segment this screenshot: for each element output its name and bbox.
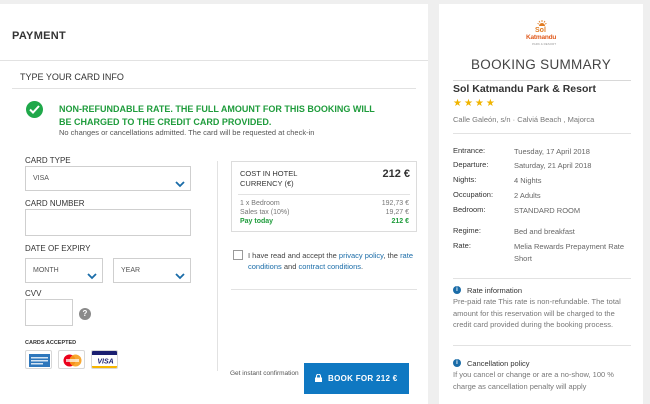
hotel-name: Sol Katmandu Park & Resort [453,83,596,95]
cards-accepted-label: CARDS ACCEPTED [25,340,77,346]
chevron-down-icon [175,175,185,193]
detail-value: 4 Nights [514,176,542,185]
divider [453,133,631,134]
terms-prefix: I have read and accept the [248,251,339,260]
cost-row-amount: 19,27 € [385,209,409,216]
expiry-year-select[interactable]: YEAR [113,258,191,283]
chevron-down-icon [87,267,97,285]
non-refundable-notice: NON-REFUNDABLE RATE. THE FULL AMOUNT FOR… [59,104,375,127]
detail-key: Departure: [453,160,489,169]
rate-information-section: i Rate information Pre-paid rate This ra… [453,286,633,336]
divider [217,161,218,371]
instant-confirmation-label: Get instant confirmation [230,370,299,377]
divider [231,289,417,290]
cost-total: 212 € [382,168,410,180]
svg-text:VISA: VISA [97,359,113,366]
detail-value: Tuesday, 17 April 2018 [514,147,590,156]
terms-checkbox[interactable] [233,250,243,260]
detail-key: Bedroom: [453,205,486,214]
check-circle-icon [26,101,43,118]
rate-info-body: Pre-paid rate This rate is non-refundabl… [453,297,621,329]
detail-key: Rate: [453,241,471,250]
summary-title: BOOKING SUMMARY [470,57,612,72]
cost-summary-box: COST IN HOTEL CURRENCY (€) 212 € 1 x Bed… [231,161,417,232]
payment-panel: PAYMENT TYPE YOUR CARD INFO NON-REFUNDAB… [0,4,428,404]
divider [453,278,631,279]
detail-value: 2 Adults [514,191,541,200]
info-icon: i [453,286,461,294]
terms-comma: , the [383,251,401,260]
cost-row-label: Pay today [240,218,274,225]
logo-text: PARK & RESORT [532,42,557,46]
card-type-value: VISA [33,175,49,182]
card-type-label: CARD TYPE [25,156,71,165]
detail-value: Saturday, 21 April 2018 [514,161,592,170]
card-number-input[interactable] [25,209,191,236]
cost-row: Sales tax (10%) 19,27 € [240,209,409,216]
logo-text: Sol [535,27,546,34]
terms-suffix: . [361,262,364,271]
card-number-label: CARD NUMBER [25,199,85,208]
amex-card-icon [25,350,52,369]
privacy-policy-link[interactable]: privacy policy [339,251,383,260]
card-info-title: TYPE YOUR CARD INFO [20,72,124,82]
cost-row-amount: 212 € [391,218,409,225]
cost-row-pay-today: Pay today 212 € [240,218,409,225]
rate-info-title: Rate information [467,286,523,295]
cvv-input[interactable] [25,299,73,326]
divider [238,194,410,195]
detail-value: STANDARD ROOM [514,206,581,215]
expiry-month-value: MONTH [33,267,59,274]
help-icon[interactable]: ? [79,308,91,320]
divider [453,345,631,346]
cost-row-label: Sales tax (10%) [240,209,290,216]
hotel-address: Calle Galeón, s/n · Calviá Beach , Major… [453,115,595,124]
card-type-select[interactable]: VISA [25,166,191,191]
cvv-label: CVV [25,289,42,298]
payment-header: PAYMENT [0,4,428,61]
detail-value: Bed and breakfast [514,227,575,236]
book-button[interactable]: BOOK FOR 212 € [304,363,409,394]
visa-card-icon: VISA [91,350,118,369]
lock-icon [315,373,322,384]
divider [12,88,416,89]
book-button-label: BOOK FOR 212 € [328,374,398,383]
detail-key: Occupation: [453,190,494,199]
non-refundable-subtext: No changes or cancellations admitted. Th… [59,128,315,137]
expiry-month-select[interactable]: MONTH [25,258,103,283]
cost-row: 1 x Bedroom 192,73 € [240,200,409,207]
expiry-year-value: YEAR [121,267,141,274]
detail-key: Entrance: [453,146,486,155]
hotel-logo: Sol Katmandu PARK & RESORT [523,19,561,49]
cancellation-policy-section: i Cancellation policy If you cancel or c… [453,359,633,399]
info-icon: i [453,359,461,367]
mastercard-icon [58,350,85,369]
cancellation-title: Cancellation policy [467,359,530,368]
star-rating: ★★★★ [453,98,497,109]
expiry-label: DATE OF EXPIRY [25,244,91,253]
detail-key: Regime: [453,226,481,235]
chevron-down-icon [175,267,185,285]
cancellation-body: If you cancel or change or are a no-show… [453,370,614,391]
cost-row-amount: 192,73 € [381,200,409,207]
logo-text: Katmandu [526,34,557,41]
detail-value: Melia Rewards Prepayment Rate Short [514,242,625,263]
terms-and: and [281,262,299,271]
terms-text: I have read and accept the privacy polic… [248,250,413,272]
detail-key: Nights: [453,175,477,184]
booking-summary-panel: Sol Katmandu PARK & RESORT BOOKING SUMMA… [439,4,643,404]
contract-conditions-link[interactable]: contract conditions [298,262,361,271]
cost-title: COST IN HOTEL CURRENCY (€) [240,169,298,188]
cost-row-label: 1 x Bedroom [240,200,280,207]
divider [453,80,631,81]
